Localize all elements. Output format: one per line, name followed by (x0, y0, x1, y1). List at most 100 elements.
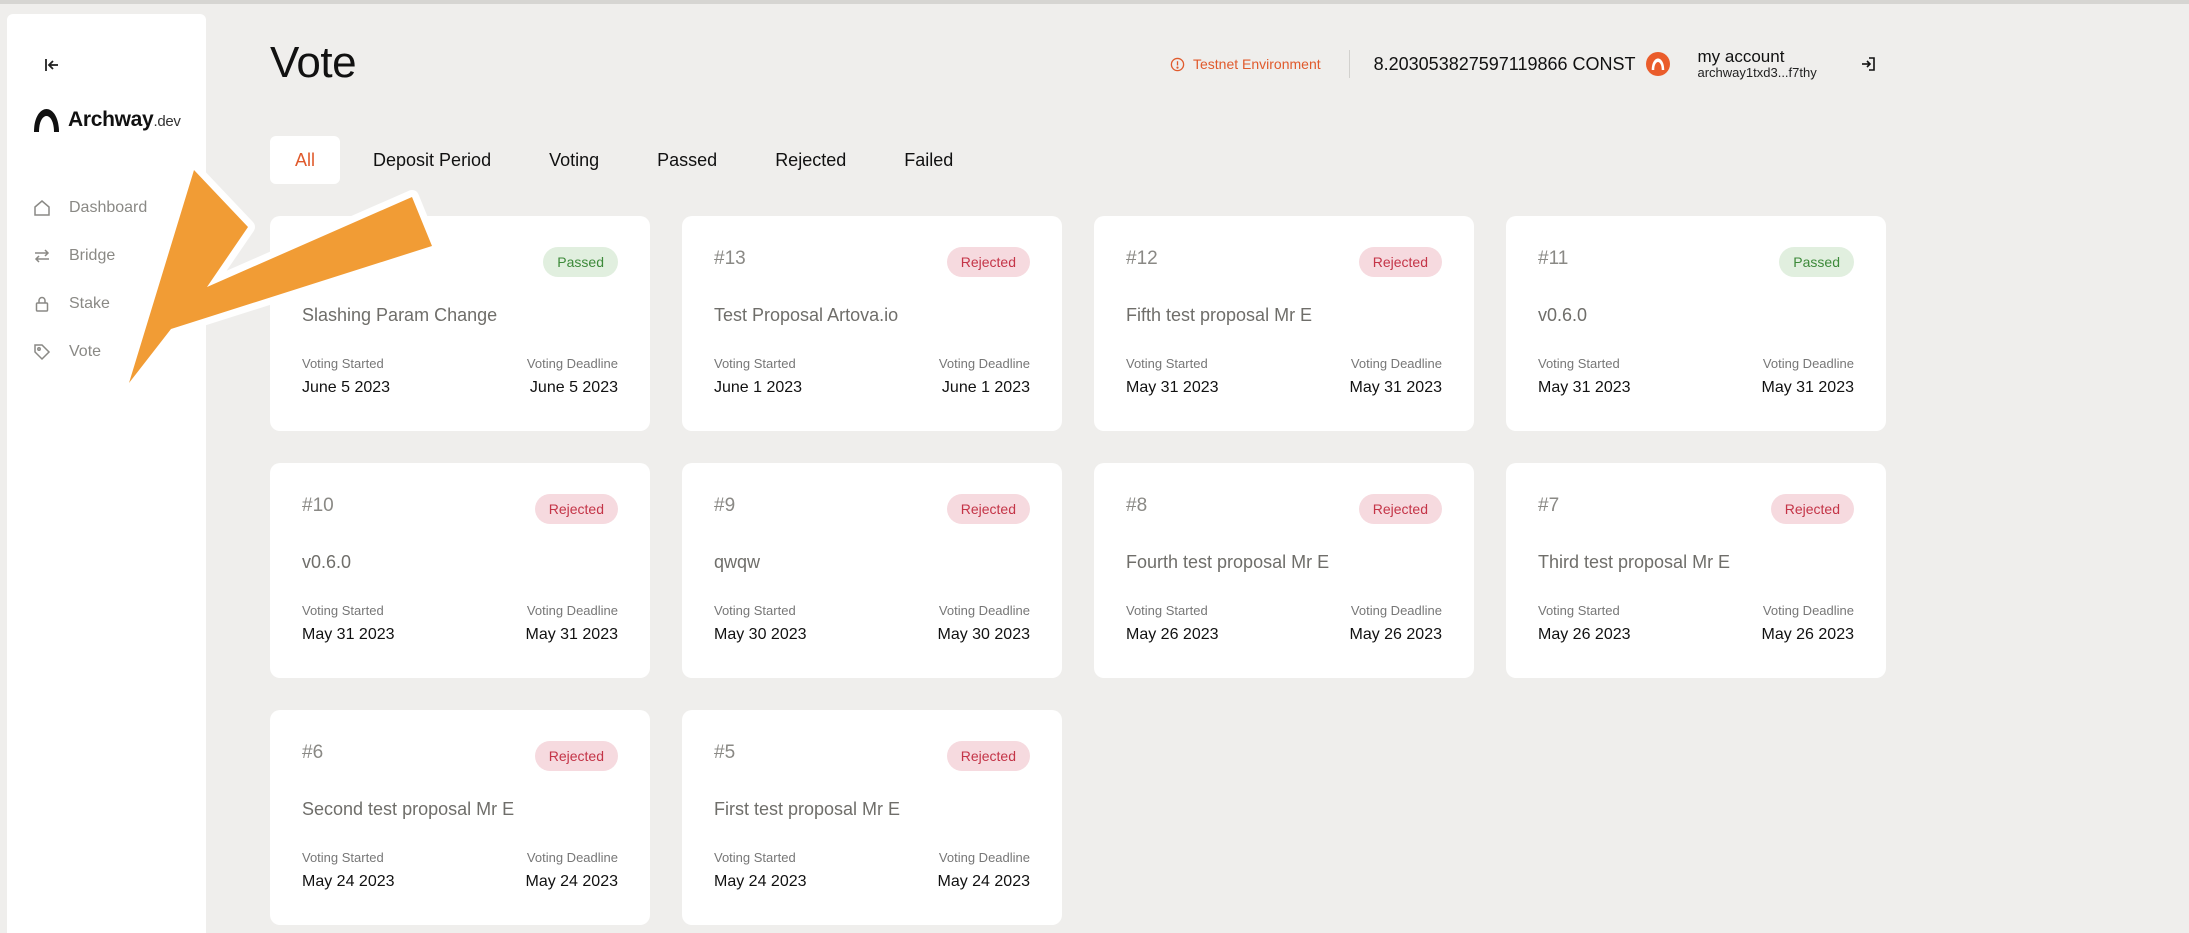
sidebar-item-dashboard[interactable]: Dashboard (33, 184, 147, 232)
proposal-grid: Passed Slashing Param Change Voting Star… (270, 216, 1886, 925)
sidebar-item-vote[interactable]: Vote (33, 328, 147, 376)
voting-deadline-label: Voting Deadline (938, 850, 1030, 865)
proposal-card[interactable]: #11 Passed v0.6.0 Voting Started May 31 2… (1506, 216, 1886, 431)
voting-started-label: Voting Started (302, 356, 384, 371)
voting-started-date: May 31 2023 (1538, 379, 1631, 396)
environment-indicator: Testnet Environment (1170, 50, 1350, 78)
proposal-id: #11 (1538, 248, 1569, 269)
collapse-sidebar-icon[interactable] (35, 48, 69, 82)
proposal-id: #9 (714, 495, 736, 516)
proposal-id: #7 (1538, 495, 1560, 516)
voting-deadline-date: May 24 2023 (937, 873, 1030, 890)
sidebar-nav: Dashboard Bridge Stake Vote (33, 184, 147, 376)
proposal-card[interactable]: #13 Rejected Test Proposal Artova.io Vot… (682, 216, 1062, 431)
proposal-card[interactable]: #9 Rejected qwqw Voting Started May 30 20… (682, 463, 1062, 678)
account-info[interactable]: my account archway1txd3...f7thy (1698, 47, 1817, 81)
tab-voting[interactable]: Voting (524, 136, 624, 184)
page-title: Vote (270, 38, 357, 87)
top-bar: Testnet Environment 8.203053827597119866… (1170, 44, 1879, 84)
proposal-title: Slashing Param Change (302, 305, 498, 325)
tab-failed[interactable]: Failed (879, 136, 978, 184)
proposal-card[interactable]: Passed Slashing Param Change Voting Star… (270, 216, 650, 431)
voting-started-label: Voting Started (302, 603, 384, 618)
voting-deadline-date: May 26 2023 (1349, 626, 1442, 643)
archway-logo-icon (34, 109, 59, 132)
tab-all[interactable]: All (270, 136, 341, 184)
proposal-filter-tabs: All Deposit Period Voting Passed Rejecte… (270, 136, 978, 184)
proposal-title: Test Proposal Artova.io (714, 305, 899, 325)
proposal-title: Fifth test proposal Mr E (1126, 305, 1313, 325)
logo[interactable]: Archway.dev (33, 108, 181, 132)
voting-deadline-date: May 26 2023 (1761, 626, 1854, 643)
voting-started-date: May 30 2023 (714, 626, 807, 643)
voting-deadline-date: June 5 2023 (529, 379, 618, 396)
voting-started-label: Voting Started (714, 603, 796, 618)
status-badge: Passed (543, 247, 618, 277)
voting-deadline-label: Voting Deadline (938, 356, 1030, 371)
tag-icon (34, 344, 51, 361)
voting-started-date: May 31 2023 (1126, 379, 1219, 396)
voting-deadline-label: Voting Deadline (526, 356, 618, 371)
sidebar-item-label: Vote (69, 343, 102, 360)
swap-icon (34, 249, 50, 263)
voting-deadline-label: Voting Deadline (526, 603, 618, 618)
status-badge: Rejected (1358, 494, 1442, 524)
voting-started-date: May 24 2023 (714, 873, 807, 890)
voting-deadline-date: May 31 2023 (525, 626, 618, 643)
proposal-card[interactable]: #7 Rejected Third test proposal Mr E Vot… (1506, 463, 1886, 678)
voting-deadline-label: Voting Deadline (938, 603, 1030, 618)
voting-deadline-date: June 1 2023 (941, 379, 1030, 396)
proposal-card[interactable]: #6 Rejected Second test proposal Mr E Vo… (270, 710, 650, 925)
tab-deposit-period[interactable]: Deposit Period (348, 136, 516, 184)
voting-deadline-date: May 31 2023 (1761, 379, 1854, 396)
proposal-id: #6 (302, 742, 324, 763)
lock-icon (35, 296, 49, 312)
status-badge: Passed (1779, 247, 1854, 277)
voting-deadline-label: Voting Deadline (526, 850, 618, 865)
proposal-id: #12 (1126, 248, 1158, 269)
voting-started-date: May 26 2023 (1538, 626, 1631, 643)
balance-value: 8.203053827597119866 CONST (1373, 53, 1636, 74)
info-icon (1170, 57, 1185, 71)
voting-started-label: Voting Started (714, 850, 796, 865)
account-address: archway1txd3...f7thy (1697, 65, 1817, 81)
voting-started-date: June 5 2023 (302, 379, 391, 396)
balance-display: 8.203053827597119866 CONST (1374, 52, 1670, 76)
logo-text: Archway.dev (68, 108, 181, 131)
logout-icon[interactable] (1857, 53, 1879, 75)
account-name: my account (1697, 46, 1785, 66)
status-badge: Rejected (1358, 247, 1442, 277)
voting-started-date: May 24 2023 (302, 873, 395, 890)
voting-started-label: Voting Started (714, 356, 796, 371)
proposal-title: First test proposal Mr E (714, 799, 901, 819)
voting-started-date: June 1 2023 (714, 379, 803, 396)
voting-deadline-date: May 24 2023 (525, 873, 618, 890)
sidebar-item-label: Dashboard (69, 199, 148, 216)
proposal-card[interactable]: #5 Rejected First test proposal Mr E Vot… (682, 710, 1062, 925)
tab-passed[interactable]: Passed (632, 136, 742, 184)
proposal-title: v0.6.0 (1538, 305, 1588, 325)
proposal-card[interactable]: #12 Rejected Fifth test proposal Mr E Vo… (1094, 216, 1474, 431)
tab-rejected[interactable]: Rejected (750, 136, 871, 184)
voting-started-label: Voting Started (1126, 603, 1208, 618)
voting-deadline-label: Voting Deadline (1350, 356, 1442, 371)
proposal-id: #5 (714, 742, 736, 763)
voting-started-label: Voting Started (302, 850, 384, 865)
voting-deadline-label: Voting Deadline (1762, 356, 1854, 371)
status-badge: Rejected (534, 494, 618, 524)
voting-started-label: Voting Started (1538, 356, 1620, 371)
status-badge: Rejected (946, 494, 1030, 524)
proposal-card[interactable]: #10 Rejected v0.6.0 Voting Started May 31… (270, 463, 650, 678)
sidebar: Archway.dev Dashboard Bridge Stake Vote (7, 14, 206, 933)
const-token-icon (1645, 52, 1670, 76)
proposal-id: #8 (1126, 495, 1148, 516)
sidebar-item-stake[interactable]: Stake (33, 280, 147, 328)
status-badge: Rejected (946, 741, 1030, 771)
voting-started-label: Voting Started (1126, 356, 1208, 371)
sidebar-item-bridge[interactable]: Bridge (33, 232, 147, 280)
voting-deadline-date: May 30 2023 (937, 626, 1030, 643)
voting-started-label: Voting Started (1538, 603, 1620, 618)
proposal-card[interactable]: #8 Rejected Fourth test proposal Mr E Vo… (1094, 463, 1474, 678)
environment-label: Testnet Environment (1193, 56, 1321, 72)
status-badge: Rejected (1770, 494, 1854, 524)
